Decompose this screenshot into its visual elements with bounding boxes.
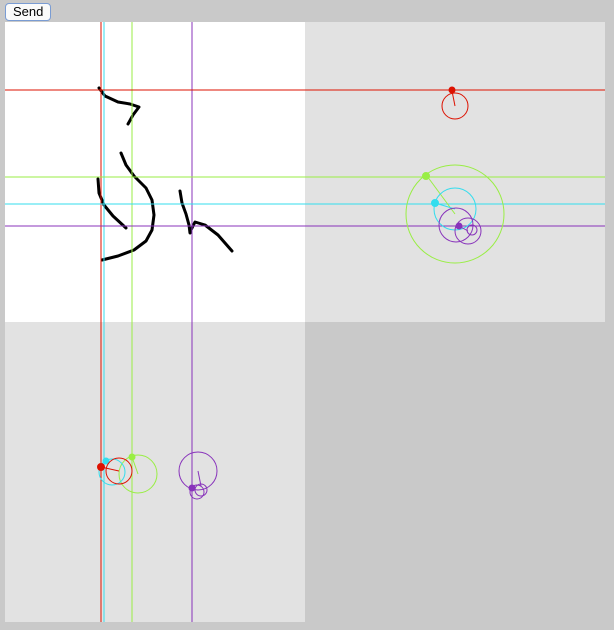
send-button[interactable]: Send bbox=[5, 3, 52, 21]
y-epicycle-panel bbox=[305, 22, 605, 322]
x-epicycle-panel bbox=[5, 322, 305, 622]
drawing-canvas[interactable] bbox=[5, 22, 305, 322]
